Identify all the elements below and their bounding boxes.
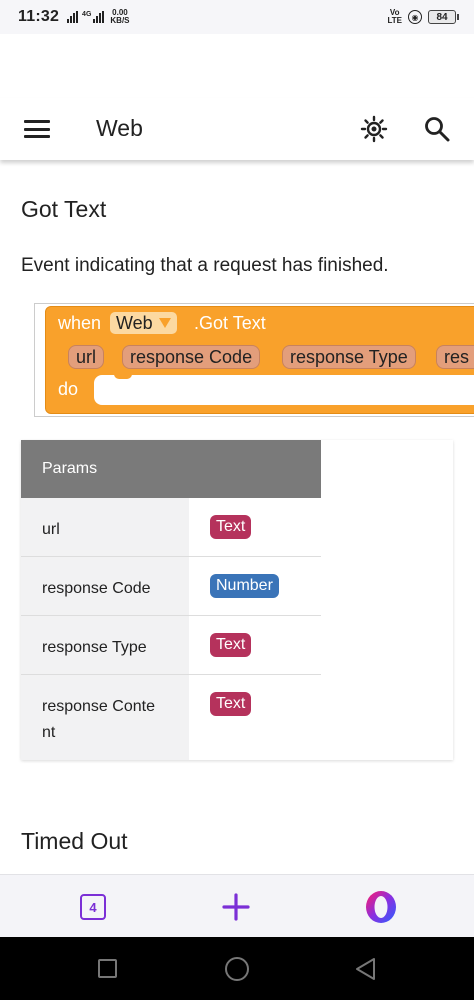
type-badge: Text [210,633,252,657]
param-name: response Conte nt [21,675,189,760]
section-description: Event indicating that a request has fini… [21,255,389,276]
page-title: Web [96,115,143,141]
event-block: when Web .Got Text url response Code res… [45,306,474,414]
param-chip-response-type: response Type [282,345,416,369]
do-slot [94,375,474,405]
do-label: do [58,379,79,399]
data-saver-icon: ◉ [408,10,422,24]
signal-icons: 4G [67,11,105,23]
component-dropdown: Web [110,312,177,334]
system-nav-bar [0,937,474,1000]
brightness-icon[interactable] [360,115,388,143]
param-name: response Code [21,557,189,615]
type-badge: Number [210,574,279,598]
table-row: response Code Number [21,557,321,616]
param-chip-url: url [68,345,105,369]
signal-icon-2 [93,11,105,23]
tabs-icon[interactable]: 4 [80,894,106,920]
network-speed: 0.00 KB/S [110,9,129,25]
table-row: response Type Text [21,616,321,675]
table-row: response Conte nt Text [21,675,321,760]
param-name: url [21,498,189,556]
param-name: response Type [21,616,189,674]
param-chip-response-code: response Code [122,345,261,369]
event-block-frame: when Web .Got Text url response Code res… [34,303,474,417]
status-bar: 11:32 4G 0.00 KB/S Vo LTE ◉ 84 [0,0,474,34]
new-tab-icon[interactable] [222,893,250,921]
menu-icon[interactable] [24,120,50,138]
browser-bottom-nav: 4 [0,874,474,937]
volte-icon: Vo LTE [387,8,402,25]
table-row: url Text [21,498,321,557]
search-icon[interactable] [423,115,451,143]
dropdown-arrow-icon [158,318,171,328]
when-label: when [58,313,102,333]
speed-unit: KB/S [110,16,130,25]
back-icon[interactable] [354,957,378,981]
status-time: 11:32 [18,8,60,25]
params-header: Params [21,440,321,498]
next-section-title: Timed Out [21,828,128,854]
section-title: Got Text [21,196,107,222]
type-badge: Text [210,515,252,539]
do-notch [114,373,132,379]
battery-icon: 84 [428,10,459,24]
opera-menu-icon[interactable] [364,890,398,924]
status-right: Vo LTE ◉ 84 [387,8,459,25]
type-badge: Text [210,692,252,716]
app-bar: Web [0,98,474,160]
param-chip-response-content: res [436,345,474,369]
network-label: 4G [82,11,92,18]
params-table: Params url Text response Code Number res… [21,440,453,760]
home-icon[interactable] [225,957,249,981]
recents-icon[interactable] [98,959,117,978]
event-name: .Got Text [194,313,266,333]
signal-icon [67,11,79,23]
